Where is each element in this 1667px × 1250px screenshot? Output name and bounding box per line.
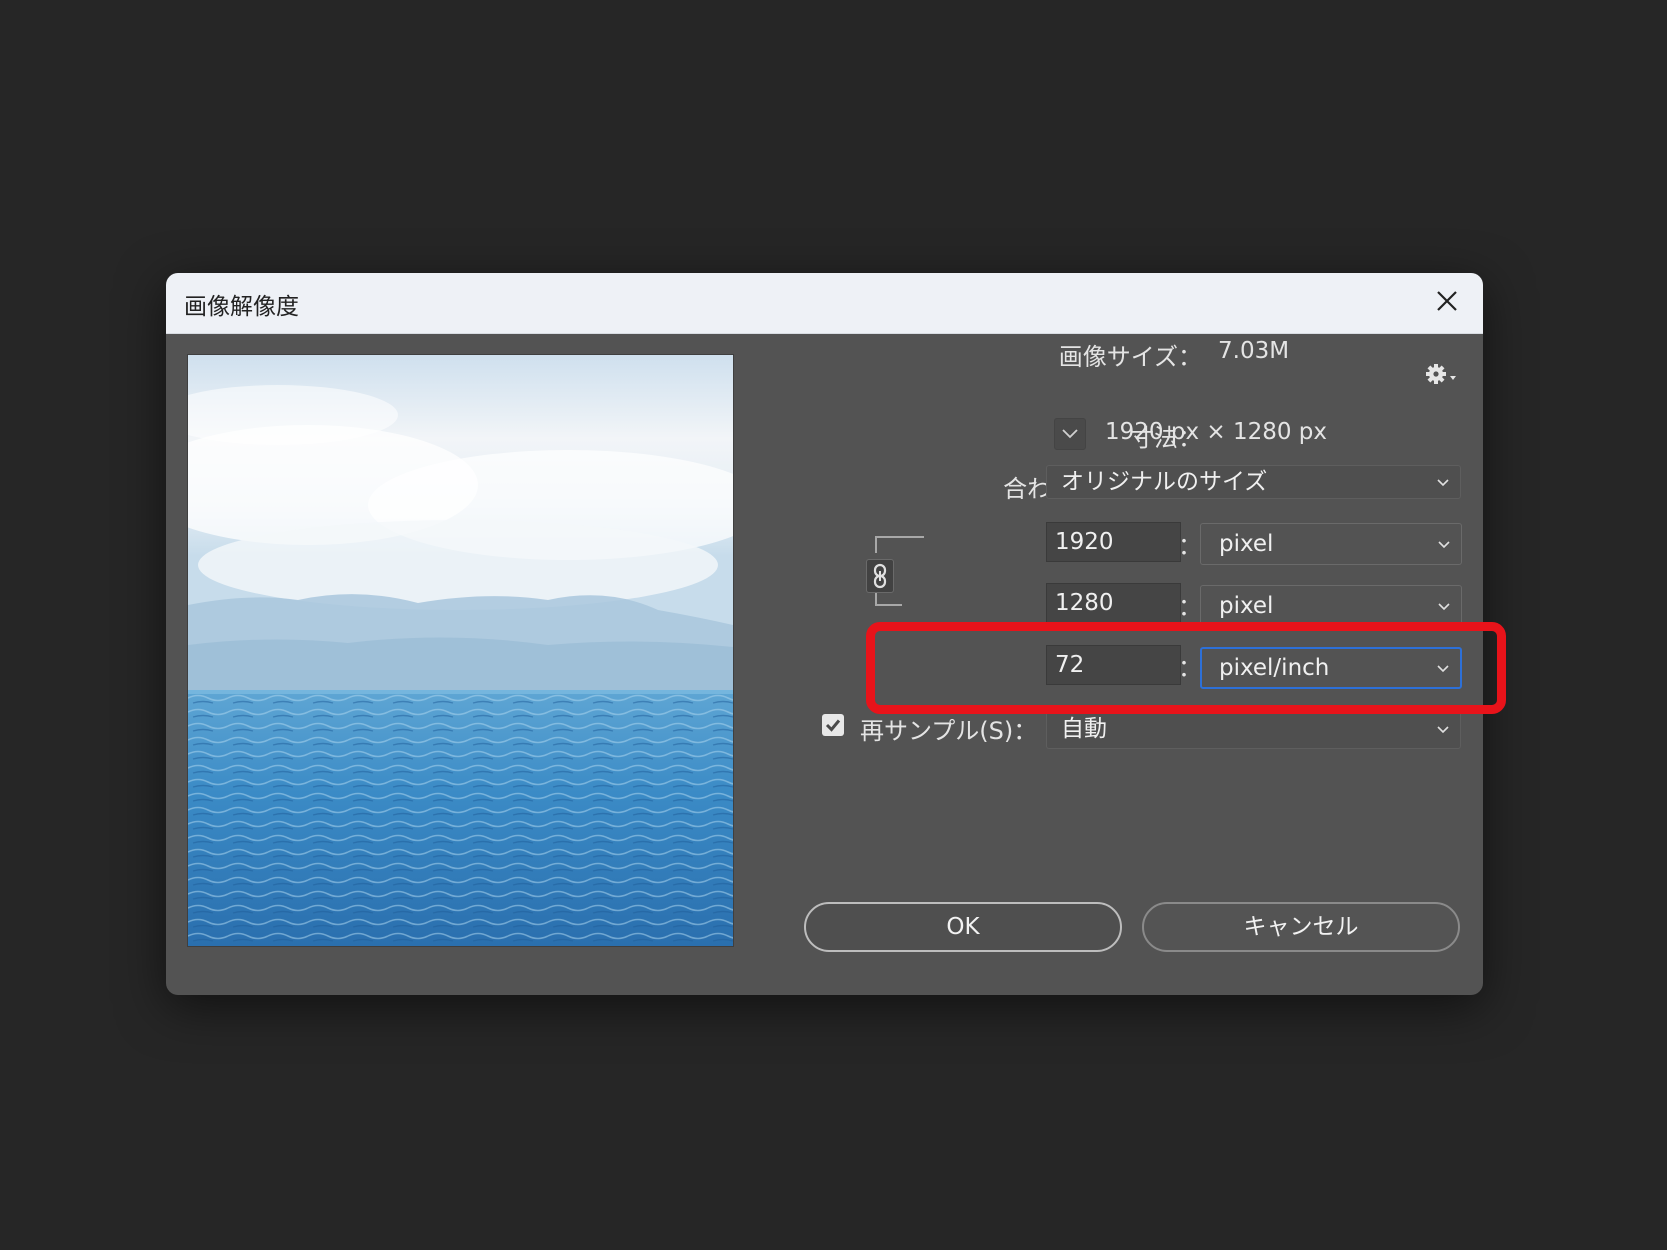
resolution-input[interactable]: 72 [1046, 645, 1181, 685]
width-unit-value: pixel [1219, 531, 1274, 557]
width-unit-select[interactable]: pixel [1200, 523, 1462, 565]
resample-select[interactable]: 自動 [1046, 709, 1461, 749]
dimensions-value: 1920 px × 1280 px [1105, 419, 1328, 445]
image-size-label: 画像サイズ： [1058, 343, 1202, 371]
dialog-titlebar: 画像解像度 [166, 273, 1483, 334]
dialog-title: 画像解像度 [184, 294, 299, 320]
image-size-dialog: 画像解像度 画像サイズ： 7.03M 寸法： 1920 px × 1280 px… [166, 273, 1483, 995]
resolution-unit-select[interactable]: pixel/inch [1200, 647, 1462, 689]
resample-value: 自動 [1061, 716, 1107, 742]
settings-button[interactable] [1424, 361, 1460, 387]
chevron-down-icon [1438, 603, 1450, 611]
dimensions-dropdown[interactable] [1054, 418, 1086, 450]
fit-to-value: オリジナルのサイズ [1061, 469, 1268, 495]
width-input[interactable]: 1920 [1046, 522, 1181, 562]
chevron-down-icon [1438, 541, 1450, 549]
image-preview[interactable] [187, 354, 734, 947]
height-unit-value: pixel [1219, 593, 1274, 619]
height-unit-select[interactable]: pixel [1200, 585, 1462, 627]
checkmark-icon [825, 719, 841, 732]
chevron-down-icon [1437, 726, 1449, 734]
chevron-down-icon [1437, 479, 1449, 487]
preview-image [188, 355, 733, 946]
resample-checkbox[interactable] [822, 714, 844, 736]
cancel-button[interactable]: キャンセル [1142, 902, 1460, 952]
height-input[interactable]: 1280 [1046, 583, 1181, 623]
ok-button[interactable]: OK [804, 902, 1122, 952]
fit-to-select[interactable]: オリジナルのサイズ [1046, 465, 1461, 499]
chevron-down-icon [1437, 665, 1449, 673]
chevron-down-icon [1062, 429, 1078, 439]
close-button[interactable] [1431, 285, 1463, 317]
resolution-unit-value: pixel/inch [1219, 655, 1330, 681]
image-size-value: 7.03M [1218, 338, 1290, 364]
close-icon [1437, 291, 1457, 311]
gear-icon [1426, 364, 1456, 384]
